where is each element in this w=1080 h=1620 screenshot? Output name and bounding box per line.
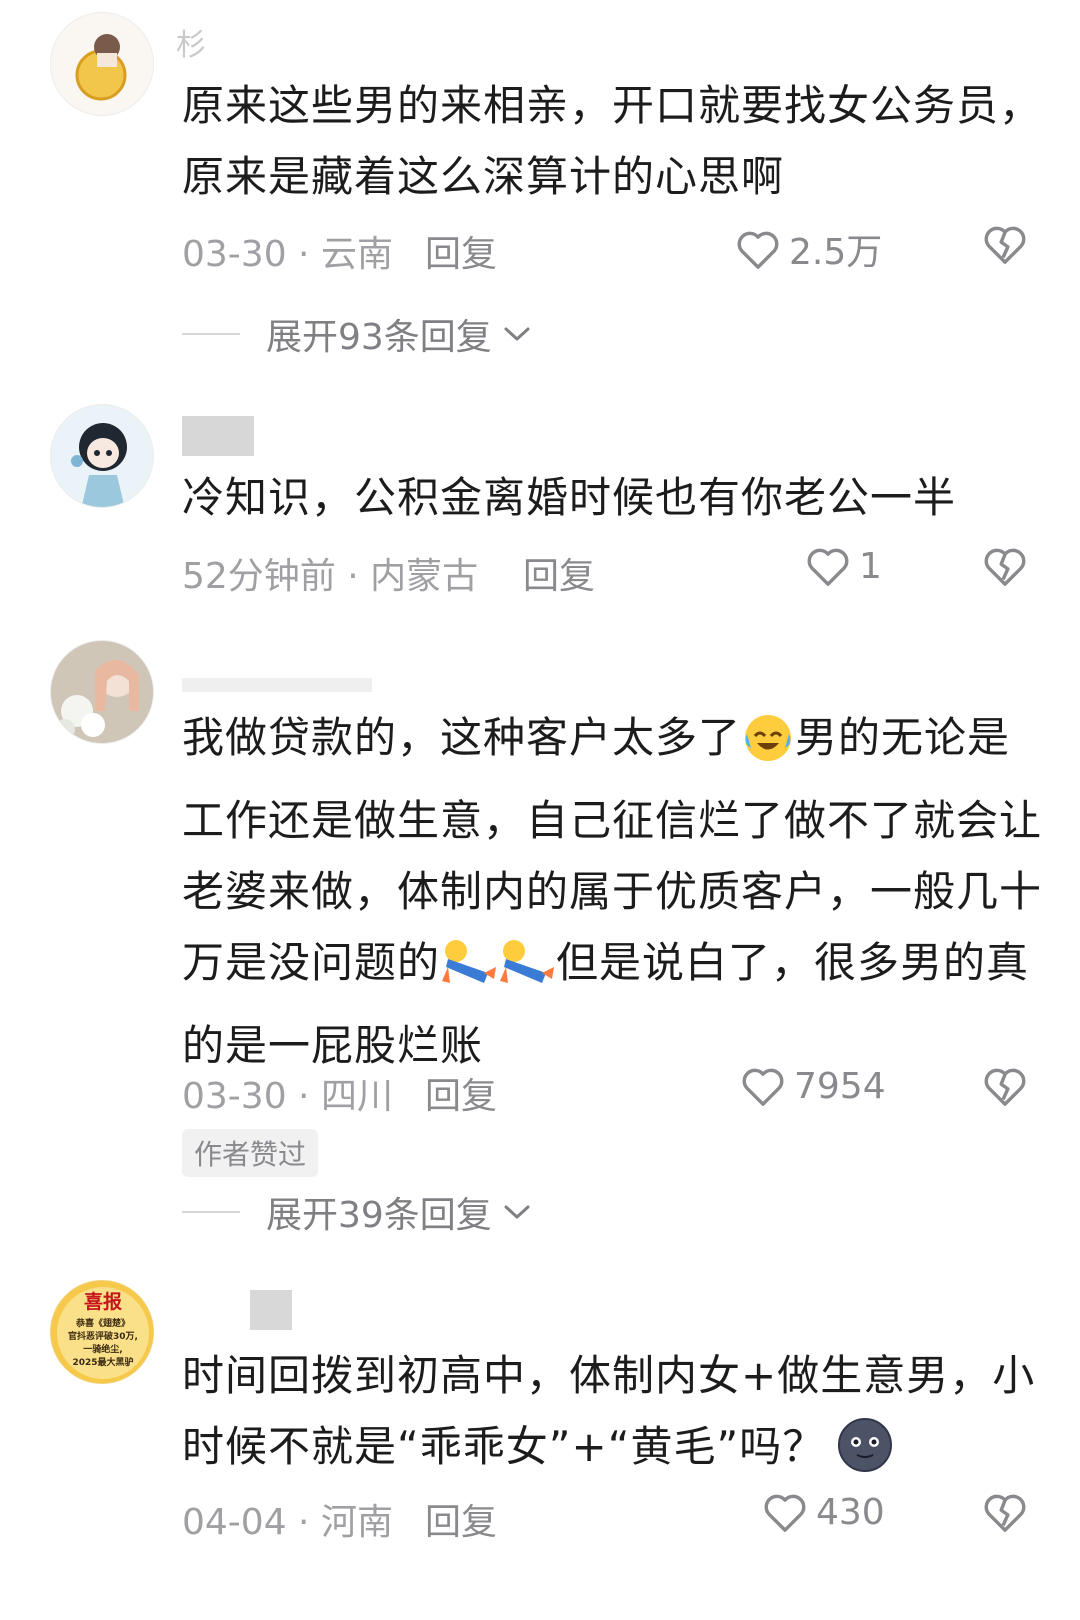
meta-separator: ·: [286, 1502, 321, 1543]
avatar-image: 喜报 恭喜《翅楚》 官抖恶评破30万, 一骑绝尘, 2025最大黑驴: [51, 1281, 153, 1383]
meta-separator: ·: [335, 556, 371, 597]
reply-button[interactable]: 回复: [425, 1493, 497, 1545]
username-redacted[interactable]: [182, 678, 372, 692]
broken-heart-icon: [984, 1494, 1026, 1532]
avatar-line: 恭喜《翅楚》: [75, 1317, 130, 1329]
expand-divider: [182, 1211, 240, 1213]
comment-location: 四川: [320, 1076, 393, 1117]
comment-date: 52分钟前: [182, 556, 336, 597]
expand-replies-label: 展开93条回复: [266, 317, 492, 358]
like-count: 2.5万: [789, 232, 883, 273]
like-button[interactable]: 1: [805, 545, 882, 587]
rolling-laugh-emoji-icon: [498, 937, 556, 1010]
expand-replies-label: 展开39条回复: [266, 1195, 492, 1236]
comment-text: 我做贷款的，这种客户太多了 男的无论是工作还是做生意，自己征信烂了做不了就会让老婆…: [182, 702, 1042, 1081]
heart-outline-icon: [742, 1068, 784, 1106]
like-count: 7954: [794, 1065, 886, 1107]
username-redacted[interactable]: [182, 416, 254, 456]
avatar-line: 一骑绝尘,: [83, 1343, 122, 1355]
moon-face-emoji-icon: [837, 1417, 893, 1494]
dislike-button[interactable]: [982, 1491, 1028, 1537]
rolling-laugh-emoji-icon: [440, 937, 498, 1010]
dislike-button[interactable]: [982, 545, 1028, 591]
like-button[interactable]: 7954: [740, 1065, 886, 1107]
avatar-line: 2025最大黑驴: [72, 1356, 133, 1368]
comment-location: 云南: [320, 234, 393, 275]
broken-heart-icon: [984, 1068, 1026, 1106]
avatar-title: 喜报: [84, 1290, 122, 1313]
meta-separator: ·: [286, 1076, 321, 1117]
expand-divider: [182, 333, 240, 335]
expand-replies-button[interactable]: 展开93条回复: [182, 308, 532, 360]
comment-date: 03-30: [182, 234, 287, 275]
comment-text: 冷知识，公积金离婚时候也有你老公一半: [182, 473, 957, 522]
chevron-down-icon: [504, 327, 530, 341]
avatar-line: 官抖恶评破30万,: [68, 1330, 138, 1342]
comment-date: 03-30: [182, 1076, 287, 1117]
reply-button[interactable]: 回复: [425, 225, 497, 277]
comment-meta: 03-30 · 四川: [182, 1067, 393, 1119]
reply-button[interactable]: 回复: [523, 547, 595, 599]
dislike-button[interactable]: [982, 1065, 1028, 1111]
chevron-down-icon: [504, 1205, 530, 1219]
like-button[interactable]: 430: [762, 1491, 885, 1533]
comment-meta: 52分钟前 · 内蒙古: [182, 547, 478, 599]
avatar-image: [71, 423, 127, 507]
like-count: 430: [816, 1491, 885, 1533]
heart-outline-icon: [737, 231, 779, 269]
heart-outline-icon: [764, 1494, 806, 1532]
avatar-image: [75, 34, 127, 101]
comment-date: 04-04: [182, 1502, 287, 1543]
like-count: 1: [859, 545, 882, 587]
laugh-cry-emoji-icon: [741, 712, 795, 785]
author-liked-badge: 作者赞过: [182, 1129, 319, 1177]
comment-meta: 03-30 · 云南: [182, 225, 393, 277]
comment-location: 内蒙古: [370, 556, 479, 597]
avatar[interactable]: [50, 404, 154, 508]
username-redacted[interactable]: [250, 1290, 292, 1330]
avatar[interactable]: [50, 640, 154, 744]
comment-text: 时间回拨到初高中，体制内女+做生意男，小时候不就是“乖乖女”+“黄毛”吗？: [182, 1340, 1042, 1494]
comment-text-part: 我做贷款的，这种客户太多了: [182, 713, 742, 762]
comment-text: 原来这些男的来相亲，开口就要找女公务员，原来是藏着这么深算计的心思啊: [182, 81, 1043, 201]
heart-outline-icon: [807, 548, 849, 586]
avatar-image: [51, 641, 153, 743]
dislike-button[interactable]: [982, 223, 1028, 269]
meta-separator: ·: [286, 234, 321, 275]
broken-heart-icon: [984, 226, 1026, 264]
avatar[interactable]: 喜报 恭喜《翅楚》 官抖恶评破30万, 一骑绝尘, 2025最大黑驴: [50, 1280, 154, 1384]
comment-meta: 04-04 · 河南: [182, 1493, 393, 1545]
reply-button[interactable]: 回复: [425, 1067, 497, 1119]
broken-heart-icon: [984, 548, 1026, 586]
username[interactable]: 杉: [176, 20, 206, 64]
expand-replies-button[interactable]: 展开39条回复: [182, 1186, 532, 1238]
avatar[interactable]: [50, 12, 154, 116]
comment-location: 河南: [320, 1502, 393, 1543]
like-button[interactable]: 2.5万: [735, 223, 882, 275]
comment-text-part: 时间回拨到初高中，体制内女+做生意男，小时候不就是“乖乖女”+“黄毛”吗？: [182, 1351, 1036, 1471]
